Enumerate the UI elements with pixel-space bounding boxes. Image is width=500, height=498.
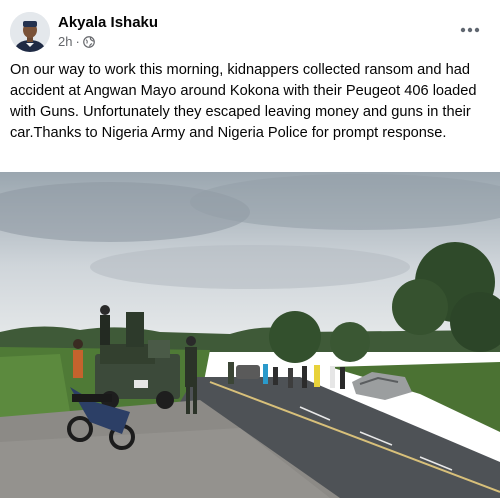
author-avatar[interactable]	[10, 12, 50, 52]
post-meta: 2h ·	[58, 34, 95, 49]
post-header: Akyala Ishaku 2h ·	[10, 10, 490, 54]
globe-icon[interactable]	[82, 35, 95, 48]
roadside-scene-image	[0, 172, 500, 498]
post-card: Akyala Ishaku 2h · On our way to work th…	[0, 0, 500, 498]
avatar-photo	[10, 12, 50, 52]
post-photo[interactable]	[0, 172, 500, 498]
post-body-text: On our way to work this morning, kidnapp…	[10, 62, 477, 141]
more-options-icon[interactable]	[458, 20, 482, 40]
author-name[interactable]: Akyala Ishaku	[58, 14, 158, 31]
meta-separator: ·	[75, 34, 80, 49]
post-timestamp[interactable]: 2h	[58, 34, 72, 49]
